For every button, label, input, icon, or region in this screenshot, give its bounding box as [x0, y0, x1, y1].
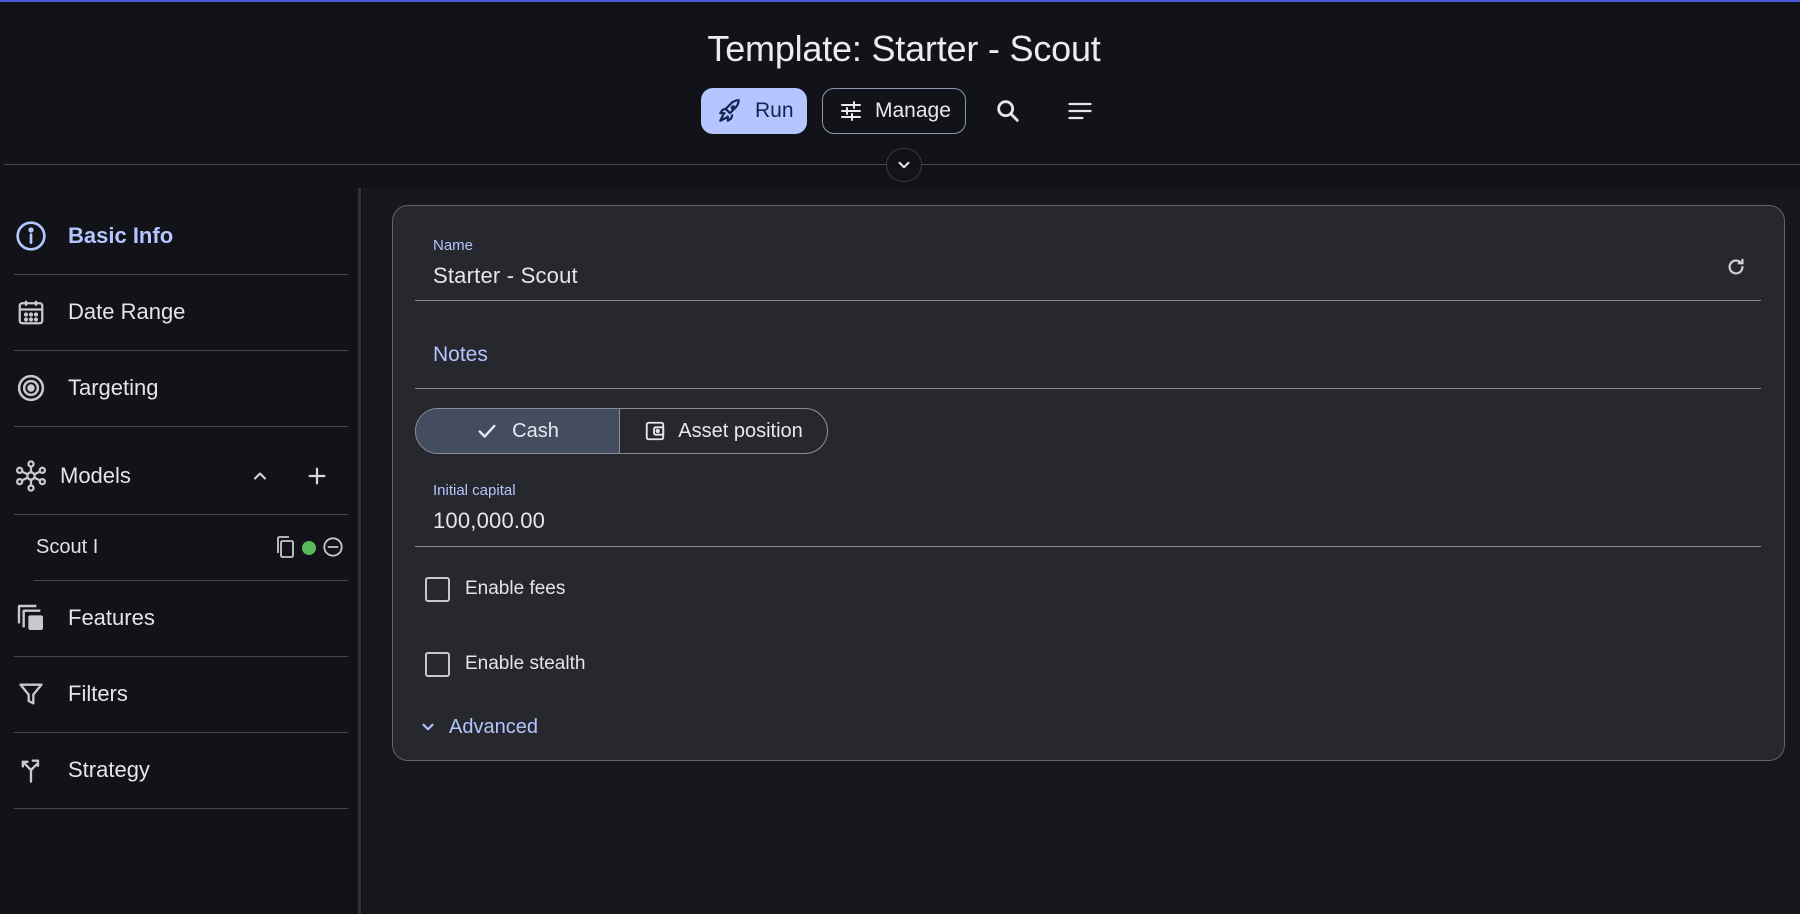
- chevron-down-icon: [895, 156, 913, 174]
- segment-asset-position-label: Asset position: [678, 419, 803, 442]
- search-icon: [994, 97, 1022, 125]
- model-item-label: Scout I: [36, 535, 99, 558]
- merge-icon: [14, 753, 48, 787]
- sidebar-divider: [14, 808, 348, 809]
- initial-capital-field[interactable]: Initial capital 100,000.00: [415, 456, 1761, 548]
- sidebar-divider: [14, 514, 348, 515]
- sidebar-item-label: Date Range: [68, 299, 186, 324]
- sidebar-item-date-range[interactable]: Date Range: [14, 274, 348, 350]
- capital-type-segmented-control: Cash Asset position: [415, 408, 828, 454]
- enable-fees-checkbox[interactable]: [425, 576, 450, 602]
- advanced-toggle[interactable]: Advanced: [419, 712, 538, 742]
- refresh-name-button[interactable]: [1723, 254, 1749, 280]
- sidebar-item-label: Features: [68, 605, 155, 630]
- sidebar-item-strategy[interactable]: Strategy: [14, 732, 348, 808]
- enable-fees-label: Enable fees: [465, 578, 566, 599]
- info-icon: [14, 219, 48, 253]
- chevron-down-icon: [419, 718, 437, 736]
- sidebar-item-label: Models: [60, 463, 131, 488]
- sort-menu-icon: [1066, 97, 1094, 125]
- calendar-icon: [14, 295, 48, 329]
- sidebar-item-models[interactable]: Models: [14, 438, 348, 514]
- collapse-header-button[interactable]: [886, 148, 922, 182]
- notes-field-underline: [415, 388, 1761, 389]
- sidebar-item-label: Basic Info: [68, 223, 174, 248]
- hub-icon: [14, 459, 48, 493]
- sidebar-item-basic-info[interactable]: Basic Info: [14, 198, 348, 274]
- initial-capital-underline: [415, 546, 1761, 547]
- name-field-value[interactable]: Starter - Scout: [433, 263, 578, 289]
- filter-icon: [14, 677, 48, 711]
- sort-menu-button[interactable]: [1064, 95, 1096, 127]
- run-button-label: Run: [755, 99, 794, 122]
- sidebar-divider: [14, 426, 348, 427]
- segment-asset-position[interactable]: Asset position: [620, 409, 827, 453]
- segment-cash[interactable]: Cash: [416, 409, 621, 453]
- copy-icon[interactable]: [274, 535, 296, 559]
- manage-button[interactable]: Manage: [822, 88, 966, 134]
- enable-stealth-checkbox-row[interactable]: Enable stealth: [425, 649, 585, 679]
- initial-capital-value[interactable]: 100,000.00: [433, 508, 545, 534]
- add-model-icon[interactable]: [303, 462, 331, 490]
- rocket-icon: [717, 98, 743, 124]
- model-item-scout-i[interactable]: Scout I: [36, 528, 348, 566]
- sidebar-item-filters[interactable]: Filters: [14, 656, 348, 732]
- notes-placeholder: Notes: [433, 343, 488, 366]
- initial-capital-label: Initial capital: [433, 482, 516, 499]
- chevron-up-icon[interactable]: [246, 462, 274, 490]
- tune-icon: [839, 99, 863, 123]
- name-field-label: Name: [433, 237, 474, 254]
- status-indicator: [302, 541, 316, 555]
- refresh-icon: [1725, 256, 1747, 278]
- sidebar-splitter[interactable]: [358, 188, 361, 914]
- wallet-icon: [644, 420, 666, 442]
- sidebar-item-label: Targeting: [68, 375, 159, 400]
- name-field-underline: [415, 300, 1761, 301]
- remove-model-icon[interactable]: [322, 536, 344, 558]
- notes-field[interactable]: Notes: [415, 302, 1761, 390]
- layers-icon: [14, 601, 48, 635]
- basic-info-card: Name Starter - Scout Notes Cash Asset po…: [392, 205, 1785, 761]
- page-title: Template: Starter - Scout: [707, 28, 1101, 69]
- search-button[interactable]: [992, 95, 1024, 127]
- target-icon: [14, 371, 48, 405]
- run-button[interactable]: Run: [701, 88, 807, 134]
- manage-button-label: Manage: [875, 99, 951, 122]
- advanced-label: Advanced: [449, 715, 538, 738]
- name-field[interactable]: Name Starter - Scout: [415, 206, 1761, 302]
- enable-fees-checkbox-row[interactable]: Enable fees: [425, 574, 565, 604]
- sidebar-item-label: Strategy: [68, 757, 150, 782]
- header: Template: Starter - Scout Run Manage: [0, 2, 1800, 164]
- enable-stealth-label: Enable stealth: [465, 653, 586, 674]
- segment-cash-label: Cash: [512, 419, 559, 442]
- check-icon: [476, 420, 498, 442]
- sidebar-item-label: Filters: [68, 681, 128, 706]
- enable-stealth-checkbox[interactable]: [425, 651, 450, 677]
- sidebar-item-features[interactable]: Features: [14, 580, 348, 656]
- sidebar-item-targeting[interactable]: Targeting: [14, 350, 348, 426]
